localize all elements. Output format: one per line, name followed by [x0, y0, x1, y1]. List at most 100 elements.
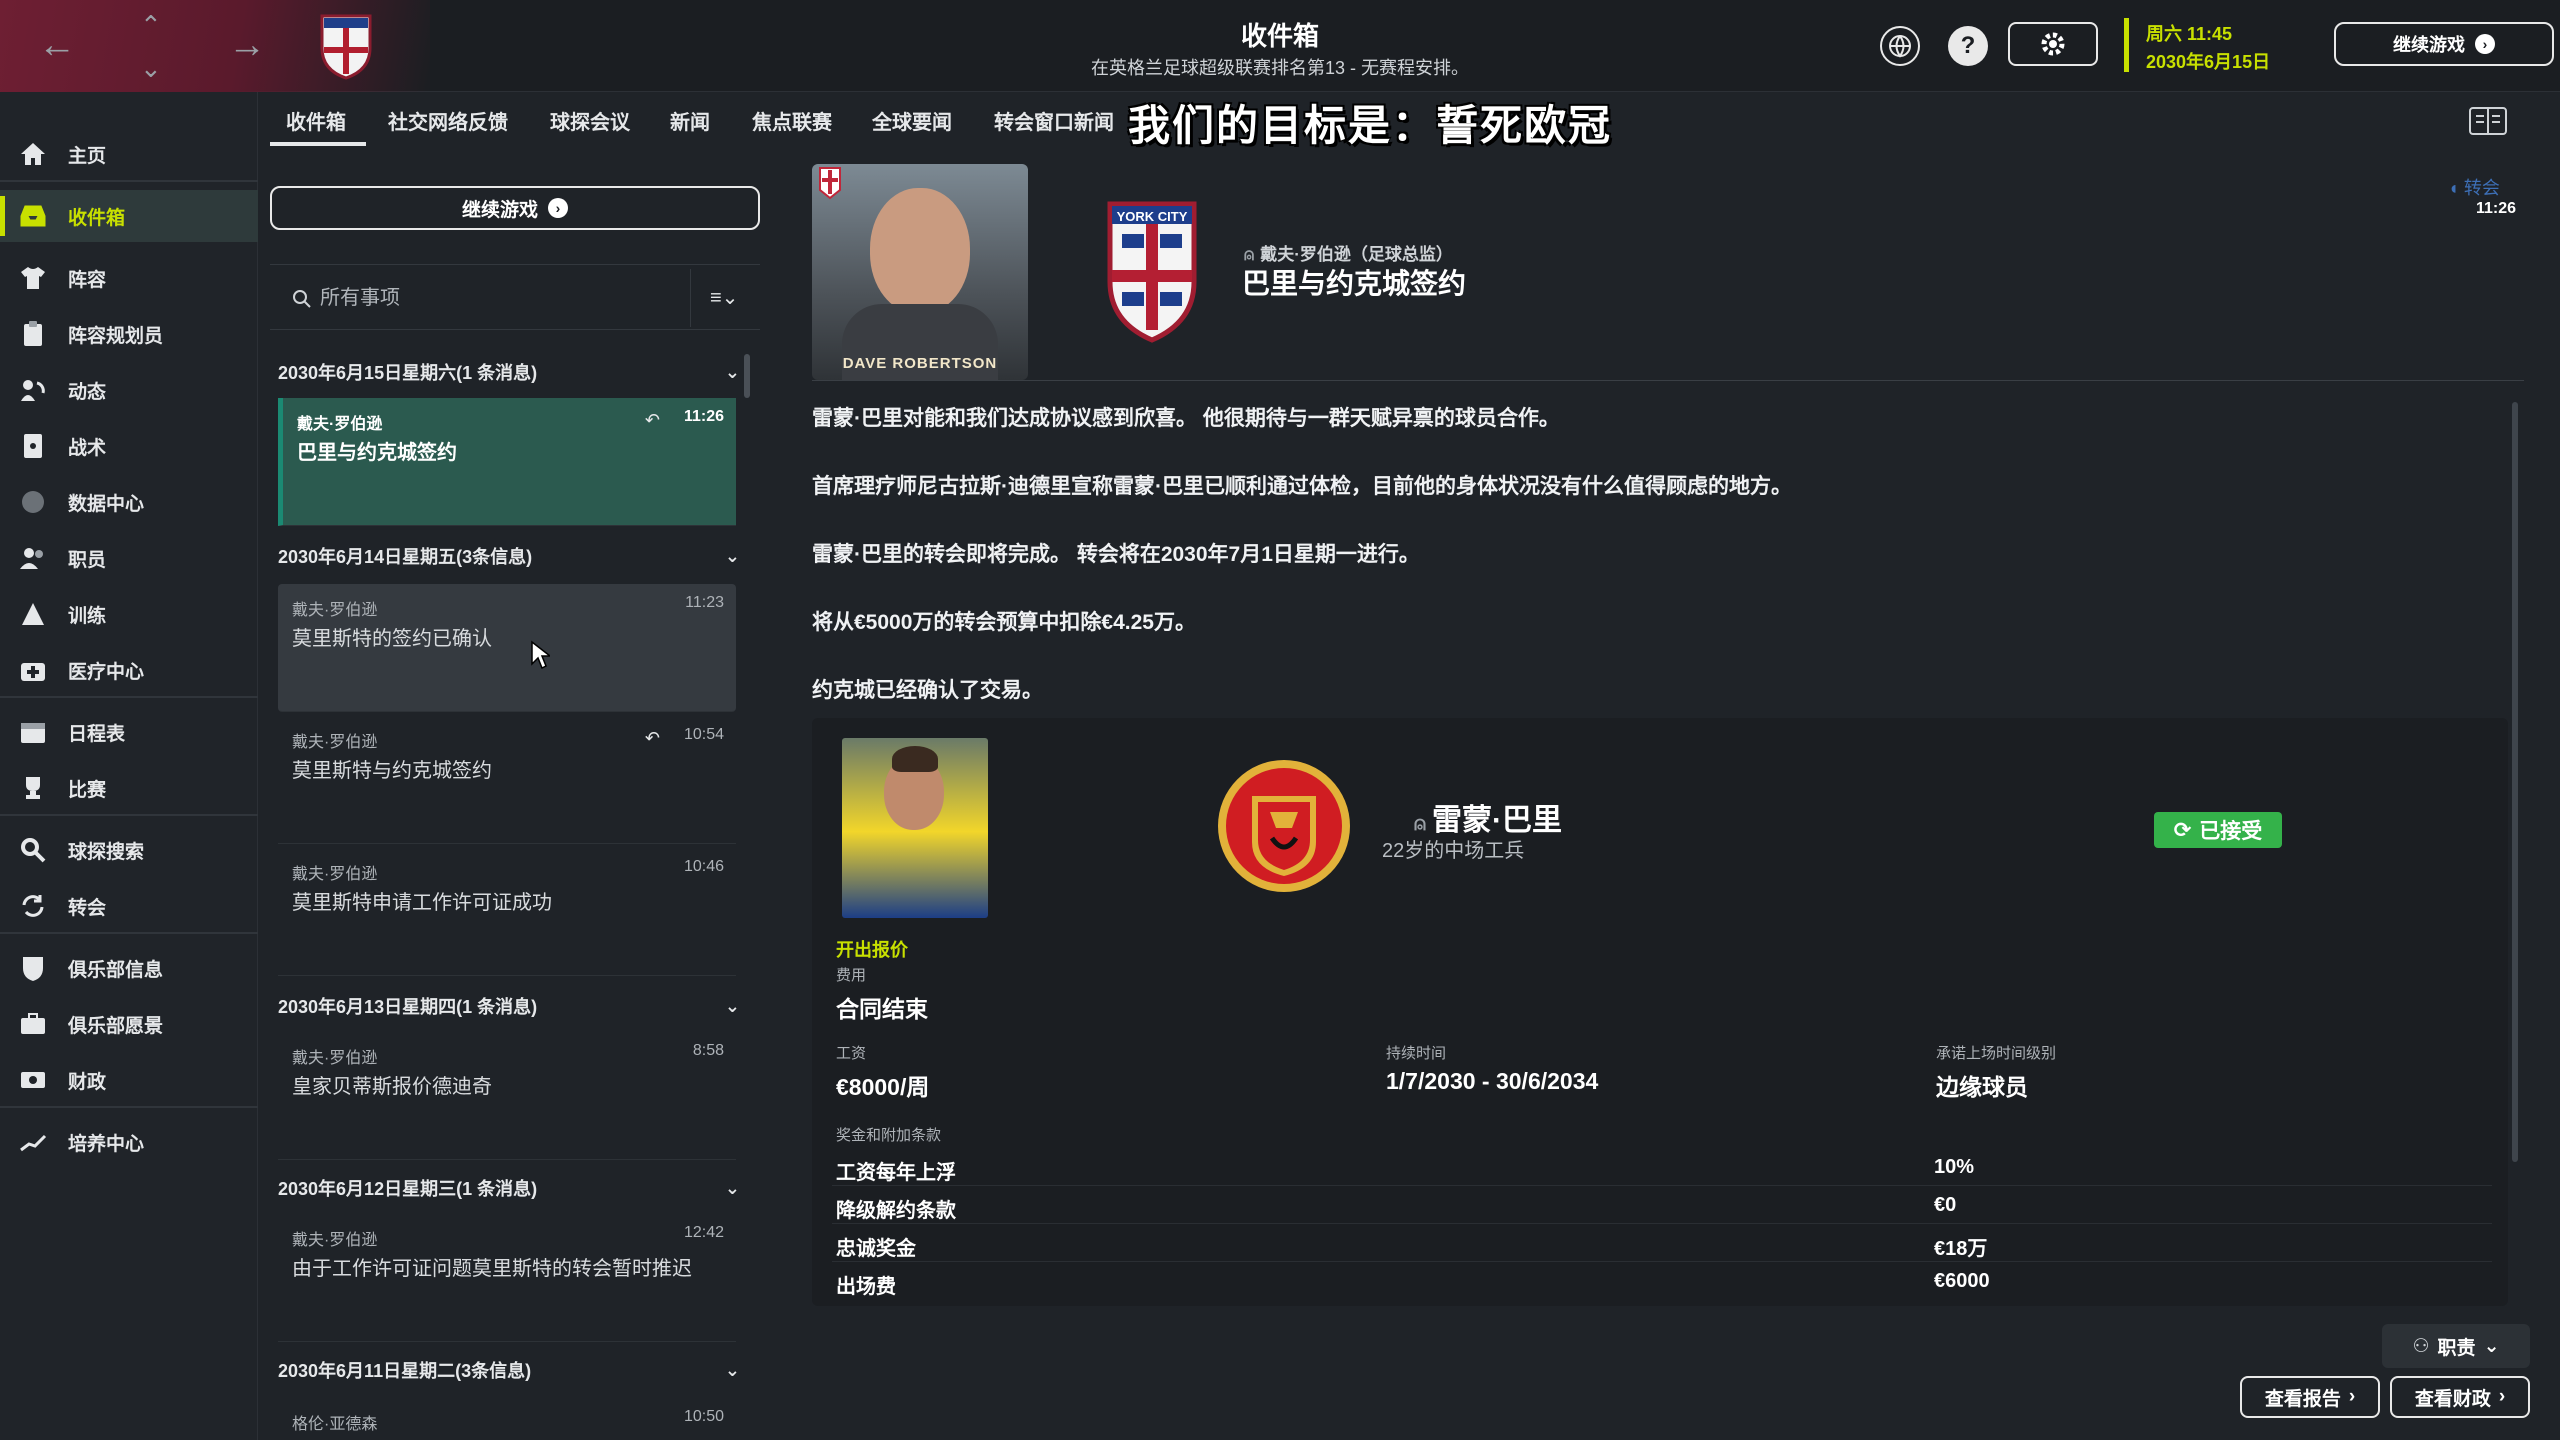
tab-focus-leagues[interactable]: 焦点联赛 — [752, 106, 832, 135]
category-tag[interactable]: ◖ 转会 — [2448, 174, 2500, 200]
globe-icon[interactable] — [1880, 26, 1920, 66]
message-time: 12:42 — [683, 1224, 724, 1241]
sidebar-item-club-vision[interactable]: 俱乐部愿景 — [0, 998, 258, 1050]
mouse-cursor-icon — [531, 640, 550, 670]
date-group-header[interactable]: 2030年6月15日星期六(1 条消息) ⌄ — [278, 350, 740, 394]
message-item[interactable]: 戴夫·罗伯逊 莫里斯特的签约已确认 11:23 — [278, 584, 736, 712]
date-group-header[interactable]: 2030年6月12日星期三(1 条消息) ⌄ — [278, 1166, 740, 1210]
tab-inbox[interactable]: 收件箱 — [286, 106, 346, 135]
wage-value: €8000/周 — [836, 1074, 930, 1100]
view-finance-button[interactable]: 查看财政 › — [2390, 1376, 2530, 1418]
search-input[interactable] — [318, 283, 618, 313]
sidebar-item-schedule[interactable]: 日程表 — [0, 706, 258, 758]
status-label: 已接受 — [2199, 820, 2263, 843]
england-flag-icon — [819, 167, 841, 200]
player-description: 22岁的中场工兵 — [1382, 840, 1525, 862]
york-city-crest-icon[interactable] — [318, 10, 374, 80]
bonus-value: €6000 — [1934, 1270, 1990, 1292]
sidebar-item-development[interactable]: 培养中心 — [0, 1116, 258, 1168]
sidebar-item-squad[interactable]: 阵容 — [0, 252, 258, 304]
message-item[interactable]: 戴夫·罗伯逊 皇家贝蒂斯报价德迪奇 8:58 — [278, 1032, 736, 1160]
sidebar-item-staff[interactable]: 职员 — [0, 532, 258, 584]
date-group-header[interactable]: 2030年6月11日星期二(3条信息) ⌄ — [278, 1348, 740, 1392]
bonus-row: 降级解约条款 €0 — [832, 1188, 2492, 1224]
player-photo[interactable] — [842, 738, 988, 918]
sidebar-item-dynamics[interactable]: 动态 — [0, 364, 258, 416]
sidebar-item-label: 日程表 — [68, 723, 126, 745]
sidebar-item-club-info[interactable]: 俱乐部信息 — [0, 942, 258, 994]
sidebar-item-tactics[interactable]: 战术 — [0, 420, 258, 472]
tab-social-feed[interactable]: 社交网络反馈 — [388, 106, 508, 135]
message-item[interactable]: 格伦·亚德森 10:50 — [278, 1398, 736, 1440]
sidebar-item-finances[interactable]: 财政 — [0, 1054, 258, 1106]
date-group-label: 2030年6月12日星期三(1 条消息) — [278, 1179, 538, 1199]
detail-scrollbar[interactable] — [2512, 402, 2518, 1162]
status-badge: ⟳ 已接受 — [2154, 812, 2282, 848]
continue-game-button[interactable]: 继续游戏 › — [2334, 22, 2554, 66]
sidebar-item-competitions[interactable]: 比赛 — [0, 762, 258, 814]
sidebar-item-label: 球探搜索 — [68, 841, 145, 863]
sidebar-item-scouting[interactable]: 球探搜索 — [0, 824, 258, 876]
settings-button[interactable] — [2008, 22, 2098, 66]
back-arrow-icon[interactable]: ← — [38, 26, 76, 64]
sidebar-item-data-hub[interactable]: 数据中心 — [0, 476, 258, 528]
manchester-united-crest-icon[interactable] — [1212, 752, 1356, 900]
sidebar-item-label: 比赛 — [68, 779, 107, 801]
sidebar-item-label: 转会 — [68, 897, 107, 919]
reply-icon: ↶ — [644, 410, 660, 430]
sidebar-item-training[interactable]: 训练 — [0, 588, 258, 640]
sidebar: 主页 收件箱 阵容 阵容规划员 动态 战术 数据中心 职员 训练 医疗中心 日程… — [0, 92, 258, 1440]
continue-game-button-secondary[interactable]: 继续游戏 › — [270, 186, 760, 230]
tab-scout-meeting[interactable]: 球探会议 — [550, 106, 630, 135]
help-icon[interactable]: ? — [1948, 26, 1988, 66]
message-subject: 莫里斯特的签约已确认 — [292, 628, 492, 650]
message-subject: 莫里斯特与约克城签约 — [292, 760, 492, 782]
duty-label: 职责 — [2437, 1337, 2476, 1359]
chevron-down-icon: ⌄ — [724, 361, 740, 382]
layout-toggle-icon[interactable] — [2468, 104, 2508, 138]
date-group-header[interactable]: 2030年6月13日星期四(1 条消息) ⌄ — [278, 984, 740, 1028]
sidebar-item-medical[interactable]: 医疗中心 — [0, 644, 258, 696]
duty-dropdown-button[interactable]: ⚇ 职责 ⌄ — [2382, 1324, 2530, 1368]
tab-transfer-window-news[interactable]: 转会窗口新闻 — [994, 106, 1114, 135]
message-sender: 戴夫·罗伯逊 — [292, 1232, 378, 1249]
date-group-header[interactable]: 2030年6月14日星期五(3条信息) ⌄ — [278, 534, 740, 578]
message-paragraph: 将从€5000万的转会预算中扣除€4.25万。 — [812, 611, 1196, 634]
message-item[interactable]: 戴夫·罗伯逊 由于工作许可证问题莫里斯特的转会暂时推迟 12:42 — [278, 1214, 736, 1342]
message-item[interactable]: 戴夫·罗伯逊 莫里斯特与约克城签约 ↶ 10:54 — [278, 716, 736, 844]
tab-news[interactable]: 新闻 — [670, 106, 710, 135]
sidebar-item-transfers[interactable]: 转会 — [0, 880, 258, 932]
chevron-up-icon[interactable]: ⌃ — [140, 12, 162, 38]
home-icon — [18, 139, 48, 169]
continue-label: 继续游戏 — [461, 199, 538, 221]
arrow-circle-icon: › — [2475, 34, 2495, 54]
message-item[interactable]: 戴夫·罗伯逊 莫里斯特申请工作许可证成功 10:46 — [278, 848, 736, 976]
sidebar-item-label: 医疗中心 — [68, 661, 145, 683]
message-item-selected[interactable]: 戴夫·罗伯逊 巴里与约克城签约 ↶ 11:26 — [278, 398, 736, 526]
message-subject: 巴里与约克城签约 — [297, 442, 457, 464]
list-scrollbar[interactable] — [744, 354, 750, 398]
make-offer-link[interactable]: 开出报价 — [836, 936, 908, 962]
sidebar-item-label: 数据中心 — [68, 493, 145, 515]
filter-menu-icon[interactable]: ≡⌄ — [710, 285, 738, 310]
sidebar-item-squad-planner[interactable]: 阵容规划员 — [0, 308, 258, 360]
shirt-icon — [18, 263, 48, 293]
data-hub-icon — [18, 487, 48, 517]
sidebar-item-inbox[interactable]: 收件箱 — [0, 190, 258, 242]
bonus-value: €18万 — [1934, 1238, 1988, 1260]
view-finance-label: 查看财政 — [2414, 1388, 2491, 1410]
tab-world-news[interactable]: 全球要闻 — [872, 106, 952, 135]
york-city-crest-icon[interactable]: YORK CITY — [1102, 200, 1202, 346]
chevron-down-icon[interactable]: ⌃ — [140, 52, 162, 82]
sidebar-item-label: 职员 — [68, 549, 107, 571]
playing-time-value: 边缘球员 — [1936, 1074, 2028, 1100]
player-name[interactable]: ⍝ 雷蒙·巴里 — [1414, 795, 1562, 839]
view-report-button[interactable]: 查看报告 › — [2240, 1376, 2380, 1418]
search-icon — [293, 290, 311, 308]
date-group-label: 2030年6月11日星期二(3条信息) — [278, 1361, 532, 1381]
forward-arrow-icon[interactable]: → — [228, 26, 266, 64]
sidebar-item-home[interactable]: 主页 — [0, 128, 258, 180]
chevron-right-icon: › — [2498, 1386, 2506, 1407]
category-label: 转会 — [2463, 178, 2500, 198]
message-time: 11:23 — [685, 594, 724, 611]
